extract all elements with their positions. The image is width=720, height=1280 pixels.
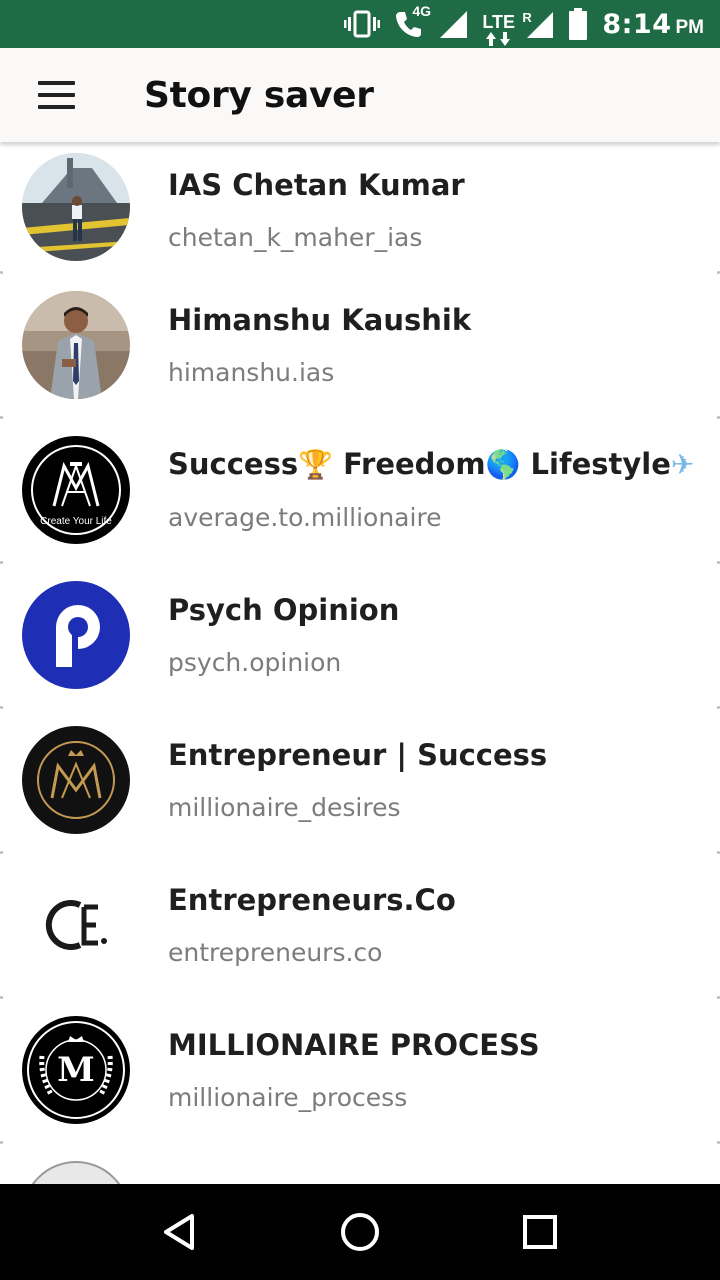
list-item[interactable]: Psych Opinion psych.opinion xyxy=(0,562,720,709)
account-name-part: Lifestyle xyxy=(520,447,671,481)
account-text: IAS Chetan Kumar chetan_k_maher_ias xyxy=(168,167,465,253)
avatar xyxy=(22,1160,130,1184)
list-item[interactable]: Entrepreneur | Success millionaire_desir… xyxy=(0,707,720,854)
account-name: Entrepreneur | Success xyxy=(168,737,548,772)
account-name-part: Success xyxy=(168,447,299,481)
lte-label: LTE xyxy=(482,12,515,32)
globe-icon: 🌎 xyxy=(485,448,521,481)
avatar xyxy=(22,870,130,979)
avatar xyxy=(22,580,130,689)
back-triangle-icon[interactable] xyxy=(150,1202,210,1262)
account-name-part: Freedom xyxy=(332,447,486,481)
account-name: IAS Chetan Kumar xyxy=(168,168,465,202)
account-name: Entrepreneurs.Co xyxy=(168,882,456,917)
list-item[interactable]: Entrepreneurs.Co entrepreneurs.co xyxy=(0,852,720,999)
account-handle: average.to.millionaire xyxy=(168,503,442,532)
network-type-label: 4G xyxy=(412,3,432,19)
app-bar: Story saver xyxy=(0,48,720,142)
status-bar: 4G LTE R 8:14 PM xyxy=(0,0,720,48)
clock: 8:14 PM xyxy=(602,9,704,40)
home-circle-icon[interactable] xyxy=(330,1202,390,1262)
list-item[interactable] xyxy=(0,1142,720,1184)
account-text: Success🏆 Freedom🌎 Lifestyle✈ average.to.… xyxy=(168,446,694,533)
account-name: Success🏆 Freedom🌎 Lifestyle✈ xyxy=(168,446,694,483)
account-handle: millionaire_process xyxy=(168,1082,408,1112)
vibrate-icon xyxy=(344,9,381,39)
signal-strength-icon xyxy=(438,9,468,39)
trophy-icon: 🏆 xyxy=(298,448,333,481)
account-handle: himanshu.ias xyxy=(168,357,335,387)
navigation-bar xyxy=(0,1184,720,1280)
account-name: Psych Opinion xyxy=(168,592,400,627)
avatar-logo-text: Create Your Life xyxy=(40,516,112,527)
account-handle: entrepreneurs.co xyxy=(168,937,383,967)
recents-square-icon[interactable] xyxy=(510,1202,570,1262)
account-text: Himanshu Kaushik himanshu.ias xyxy=(168,302,471,388)
account-text: Entrepreneurs.Co entrepreneurs.co xyxy=(168,882,456,968)
account-handle: millionaire_desires xyxy=(168,792,401,822)
airplane-icon: ✈ xyxy=(670,448,695,481)
account-text: MILLIONAIRE PROCESS millionaire_process xyxy=(168,1027,540,1113)
avatar: M xyxy=(22,1015,130,1124)
avatar-logo-text: M xyxy=(57,1049,95,1090)
accounts-list: IAS Chetan Kumar chetan_k_maher_ias Hima… xyxy=(0,142,720,1184)
list-item[interactable]: M MILLIONAIRE PROCESS millionaire_proces… xyxy=(0,997,720,1144)
account-handle: chetan_k_maher_ias xyxy=(168,223,423,252)
account-text: Entrepreneur | Success millionaire_desir… xyxy=(168,737,547,823)
account-text: Psych Opinion psych.opinion xyxy=(168,592,399,678)
account-handle: psych.opinion xyxy=(168,647,342,677)
list-item[interactable]: Create Your Life Success🏆 Freedom🌎 Lifes… xyxy=(0,417,720,564)
avatar xyxy=(22,153,130,261)
clock-time: 8:14 xyxy=(602,8,672,40)
avatar: Create Your Life xyxy=(22,435,130,544)
battery-icon xyxy=(568,8,588,40)
page-title: Story saver xyxy=(144,74,374,116)
list-item[interactable]: Himanshu Kaushik himanshu.ias xyxy=(0,272,720,419)
account-name: Himanshu Kaushik xyxy=(168,302,472,337)
account-name: MILLIONAIRE PROCESS xyxy=(168,1027,540,1062)
avatar xyxy=(22,725,130,834)
avatar xyxy=(22,290,130,399)
clock-ampm: PM xyxy=(675,16,705,38)
hamburger-menu-icon[interactable] xyxy=(26,65,86,125)
call-4g-icon: 4G xyxy=(394,3,431,39)
list-item[interactable]: IAS Chetan Kumar chetan_k_maher_ias xyxy=(0,142,720,274)
